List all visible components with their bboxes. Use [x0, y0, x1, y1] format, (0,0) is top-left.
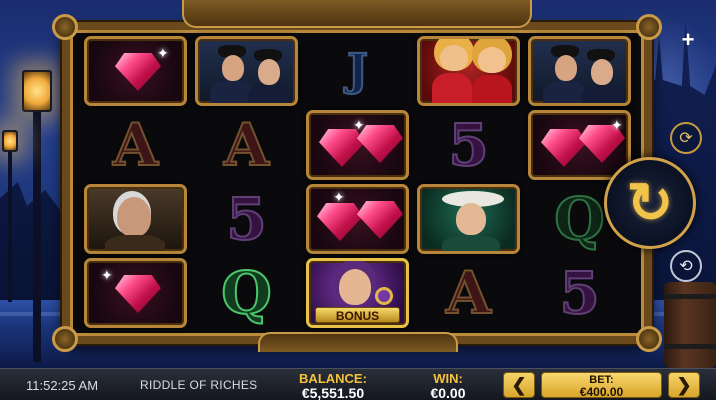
chevron-right-icon: ❯	[676, 374, 692, 395]
frame-bottom-ornament	[258, 332, 458, 352]
game-title: RIDDLE OF RICHES	[140, 378, 258, 392]
symbol-five: 5	[558, 259, 600, 327]
bet-increase-button[interactable]: ❯	[668, 372, 700, 398]
symbol-showgirls	[413, 34, 524, 108]
symbol-ruby: ✦	[302, 108, 413, 182]
magnifier-icon	[375, 287, 393, 305]
symbol-five: 5	[447, 111, 489, 179]
bet-decrease-button[interactable]: ❮	[503, 372, 535, 398]
spin-button[interactable]: ↻	[604, 157, 696, 249]
balance-display: BALANCE: €5,551.50	[290, 371, 376, 400]
symbol-letter-j: J	[346, 45, 369, 96]
turbo-icon: ⟳	[679, 130, 693, 147]
bet-value: €400.00	[579, 385, 624, 399]
symbol-ruby: ✦	[80, 34, 191, 108]
clock: 11:52:25 AM	[26, 378, 99, 393]
balance-value: €5,551.50	[301, 385, 365, 400]
frame-corner-ornament	[52, 326, 78, 352]
symbol-gentlemen	[524, 34, 635, 108]
turbo-button[interactable]: ⟳	[670, 122, 702, 154]
symbol-bonus: BONUS	[302, 256, 413, 330]
symbol-letter-q: Q	[220, 259, 273, 327]
symbol-letter-a: A	[112, 111, 159, 179]
spin-arrow-icon: ↻	[626, 171, 674, 234]
bonus-label: BONUS	[315, 307, 400, 323]
frame-corner-ornament	[52, 14, 78, 40]
reels-grid: ✦ J A A ✦ 5 ✦ 5 ✦ Q ✦ Q BONUS A 5	[80, 34, 635, 330]
status-bar: 11:52:25 AM RIDDLE OF RICHES BALANCE: €5…	[0, 368, 716, 400]
balance-label: BALANCE:	[299, 371, 367, 386]
win-label: WIN:	[433, 371, 463, 386]
symbol-ruby: ✦	[302, 182, 413, 256]
add-plus-icon[interactable]: +	[676, 27, 700, 52]
frame-corner-ornament	[636, 14, 662, 40]
win-value: €0.00	[430, 385, 466, 400]
barrel	[664, 282, 716, 368]
autoplay-button[interactable]: ⟲	[670, 250, 702, 282]
chevron-left-icon: ❮	[511, 374, 527, 395]
frame-corner-ornament	[636, 326, 662, 352]
frame-top-ornament	[182, 0, 532, 28]
symbol-five: 5	[225, 185, 267, 253]
symbol-ruby: ✦	[80, 256, 191, 330]
bet-display[interactable]: BET: €400.00	[541, 372, 662, 398]
symbol-letter-a: A	[223, 111, 270, 179]
win-display: WIN: €0.00	[418, 371, 478, 400]
symbol-old-man	[80, 182, 191, 256]
autoplay-icon: ⟲	[679, 258, 693, 275]
symbol-lady-detective	[413, 182, 524, 256]
symbol-letter-a: A	[445, 259, 492, 327]
symbol-gentlemen	[191, 34, 302, 108]
